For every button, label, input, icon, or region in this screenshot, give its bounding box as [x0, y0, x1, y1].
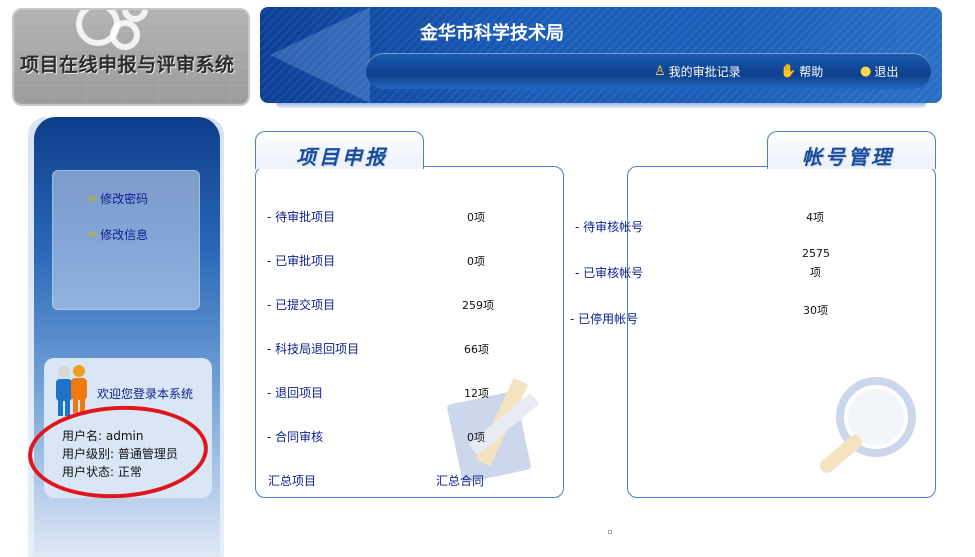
hand-icon: ✋	[780, 64, 797, 79]
pending-accounts-link[interactable]: - 待审核帐号	[575, 218, 643, 235]
pencil-icon: ✏	[88, 227, 99, 242]
nav-logout-label: 退出	[874, 65, 899, 79]
returned-projects-link[interactable]: - 退回项目	[267, 384, 323, 401]
reviewed-accounts-count: 2575	[802, 247, 830, 260]
banner-shadow	[276, 103, 926, 108]
disabled-accounts-count: 30项	[803, 304, 828, 317]
disabled-accounts-link[interactable]: - 已停用帐号	[570, 310, 638, 327]
pencil-icon: ✏	[88, 191, 99, 206]
summary-projects-link[interactable]: 汇总项目	[268, 472, 316, 489]
change-password-label: 修改密码	[100, 192, 149, 206]
nav-logout[interactable]: ● 退出	[860, 63, 898, 80]
contract-review-link[interactable]: - 合同审核	[267, 428, 323, 445]
change-info-label: 修改信息	[100, 228, 149, 242]
welcome-text: 欢迎您登录本系统	[97, 387, 194, 401]
reviewed-accounts-unit: 项	[810, 266, 821, 279]
lightbulb-icon: ●	[860, 64, 872, 79]
bureau-returned-count: 66项	[464, 343, 489, 356]
pending-approval-link[interactable]: - 待审批项目	[267, 208, 335, 225]
top-nav-bar: ♙ 我的审批记录 ✋ 帮助 ● 退出	[366, 53, 931, 89]
approved-projects-count: 0项	[467, 255, 485, 268]
person-icon: ♙	[654, 64, 666, 79]
account-panel	[627, 166, 936, 498]
returned-projects-count: 12项	[464, 387, 489, 400]
account-tab: 帐号管理	[767, 131, 936, 169]
nav-approval-records[interactable]: ♙ 我的审批记录	[654, 63, 741, 80]
nav-help[interactable]: ✋ 帮助	[780, 63, 823, 80]
org-title: 金华市科学技术局	[420, 23, 564, 44]
magnifier-icon	[819, 377, 916, 473]
contract-review-count: 0项	[467, 431, 485, 444]
summary-contracts-link[interactable]: 汇总合同	[436, 472, 484, 489]
change-password-link[interactable]: ✏ 修改密码	[88, 190, 148, 207]
system-title: 项目在线申报与评审系统	[20, 54, 235, 76]
pending-accounts-count: 4项	[806, 211, 824, 224]
header-banner: 金华市科学技术局 ♙ 我的审批记录 ✋ 帮助 ● 退出	[260, 7, 942, 103]
nav-approval-records-label: 我的审批记录	[668, 65, 741, 79]
submitted-projects-link[interactable]: - 已提交项目	[267, 296, 335, 313]
reviewed-accounts-link[interactable]: - 已审核帐号	[575, 264, 643, 281]
system-logo: 项目在线申报与评审系统	[12, 8, 250, 106]
small-marker	[608, 530, 612, 534]
project-tab: 项目申报	[255, 131, 424, 169]
nav-help-label: 帮助	[799, 65, 824, 79]
pending-approval-count: 0项	[467, 211, 485, 224]
submitted-projects-count: 259项	[462, 299, 494, 312]
account-panel-title: 帐号管理	[802, 145, 894, 169]
project-panel-title: 项目申报	[296, 145, 388, 169]
approved-projects-link[interactable]: - 已审批项目	[267, 252, 335, 269]
change-info-link[interactable]: ✏ 修改信息	[88, 226, 148, 243]
pencil-ruler-icon	[447, 377, 540, 483]
bureau-returned-link[interactable]: - 科技局退回项目	[267, 340, 359, 357]
